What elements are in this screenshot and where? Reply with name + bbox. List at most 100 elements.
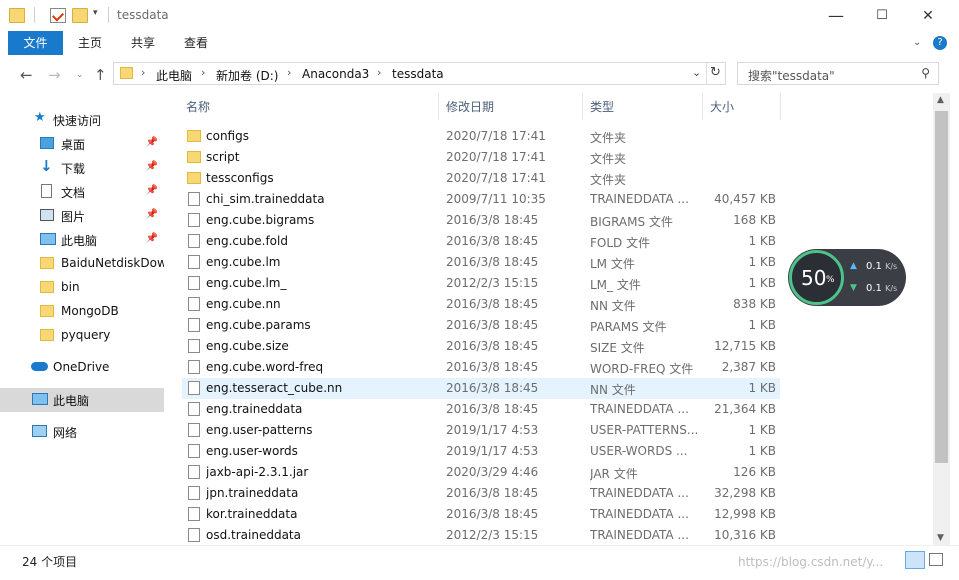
pin-icon[interactable]: 📌 [146,233,158,244]
maximize-icon: ☐ [876,8,888,23]
desktop-icon [40,137,54,149]
new-folder-icon[interactable] [72,8,88,23]
sidebar-item-pyquery[interactable]: pyquery [0,324,164,348]
help-icon[interactable]: ? [933,36,947,50]
table-row[interactable]: osd.traineddata 2012/2/3 15:15 TRAINEDDATA… [182,525,780,545]
close-button[interactable]: ✕ [905,0,951,31]
sidebar-item-this-pc[interactable]: 此电脑 [0,388,164,412]
tab-view[interactable]: 查看 [184,31,208,55]
sidebar-item-pictures[interactable]: 图片 📌 [0,204,164,228]
address-bar[interactable]: › 此电脑 › 新加卷 (D:) › Anaconda3 › tessdata … [113,62,726,85]
properties-icon[interactable] [50,8,66,23]
file-type: 文件夹 [590,152,627,166]
file-size: 1 KB [748,255,776,269]
scroll-thumb[interactable] [935,111,948,463]
sidebar-item-downloads[interactable]: ↓ 下载 📌 [0,156,164,180]
column-divider[interactable] [780,93,781,120]
chevron-down-icon[interactable]: ⌄ [913,37,921,48]
table-row[interactable]: eng.traineddata 2016/3/8 18:45 TRAINEDDATA… [182,399,780,420]
maximize-button[interactable]: ☐ [859,0,905,31]
table-row[interactable]: jpn.traineddata 2016/3/8 18:45 TRAINEDDATA… [182,483,780,504]
pin-icon[interactable]: 📌 [146,209,158,220]
table-row[interactable]: eng.cube.lm 2016/3/8 18:45 LM 文件 1 KB [182,252,780,273]
file-date: 2020/7/18 17:41 [446,171,546,185]
file-icon [188,486,200,500]
breadcrumb-this-pc[interactable]: 此电脑 [156,67,192,84]
sidebar-item-onedrive[interactable]: OneDrive [0,356,164,380]
download-speed-unit: K/s [885,284,898,293]
table-row[interactable]: tessconfigs 2020/7/18 17:41 文件夹 [182,168,780,189]
file-type: TRAINEDDATA ... [590,507,689,521]
table-row[interactable]: eng.cube.lm_ 2012/2/3 15:15 LM_ 文件 1 KB [182,273,780,294]
details-view-icon[interactable] [905,551,925,569]
table-row[interactable]: configs 2020/7/18 17:41 文件夹 [182,126,780,147]
tab-share[interactable]: 共享 [131,31,155,55]
table-row[interactable]: eng.user-words 2019/1/17 4:53 USER-WORDS .… [182,441,780,462]
file-type: JAR 文件 [590,467,638,481]
sidebar-item-network[interactable]: 网络 [0,420,164,444]
large-icons-view-icon[interactable] [929,553,943,566]
breadcrumb-anaconda3[interactable]: Anaconda3 [302,67,369,81]
table-row[interactable]: kor.traineddata 2016/3/8 18:45 TRAINEDDATA… [182,504,780,525]
table-row[interactable]: script 2020/7/18 17:41 文件夹 [182,147,780,168]
minimize-button[interactable]: — [813,0,859,31]
column-divider[interactable] [438,93,439,120]
breadcrumb-drive[interactable]: 新加卷 (D:) [216,67,278,84]
column-header-size[interactable]: 大小 [710,98,734,115]
breadcrumb-separator[interactable]: › [201,66,205,79]
pin-icon[interactable]: 📌 [146,161,158,172]
column-header-name[interactable]: 名称 [186,98,210,115]
search-box[interactable]: 搜索"tessdata" ⚲ [737,62,939,85]
file-icon [188,234,200,248]
table-row[interactable]: eng.cube.params 2016/3/8 18:45 PARAMS 文件 1 … [182,315,780,336]
table-row[interactable]: eng.cube.word-freq 2016/3/8 18:45 WORD-FRE… [182,357,780,378]
sidebar-item-quick-access[interactable]: ★ 快速访问 [0,108,164,132]
back-arrow-icon[interactable]: ← [20,66,33,84]
sidebar-item-bin[interactable]: bin [0,276,164,300]
tab-home[interactable]: 主页 [78,31,102,55]
search-input[interactable]: 搜索"tessdata" [748,67,835,84]
breadcrumb-separator[interactable]: › [287,66,291,79]
column-divider[interactable] [702,93,703,120]
file-size: 126 KB [733,465,776,479]
document-icon [41,184,52,198]
search-icon[interactable]: ⚲ [921,66,930,80]
column-header-date[interactable]: 修改日期 [446,98,494,115]
sidebar-item-documents[interactable]: 文档 📌 [0,180,164,204]
sidebar-item-this-pc-pinned[interactable]: 此电脑 📌 [0,228,164,252]
recent-locations-icon[interactable]: ⌄ [76,70,84,80]
sidebar-item-baidunetdisk[interactable]: BaiduNetdiskDownload [0,252,164,276]
file-icon [188,444,200,458]
table-row[interactable]: chi_sim.traineddata 2009/7/11 10:35 TRAINE… [182,189,780,210]
table-row[interactable]: jaxb-api-2.3.1.jar 2020/3/29 4:46 JAR 文件 12… [182,462,780,483]
refresh-icon[interactable]: ↻ [710,65,721,80]
table-row[interactable]: eng.cube.bigrams 2016/3/8 18:45 BIGRAMS 文件… [182,210,780,231]
pin-icon[interactable]: 📌 [146,137,158,148]
scroll-down-icon[interactable]: ▼ [937,533,944,543]
table-row[interactable]: eng.cube.fold 2016/3/8 18:45 FOLD 文件 1 KB [182,231,780,252]
pin-icon[interactable]: 📌 [146,185,158,196]
breadcrumb-separator[interactable]: › [377,66,381,79]
sidebar-item-mongodb[interactable]: MongoDB [0,300,164,324]
vertical-scrollbar[interactable]: ▲ ▼ [933,93,950,545]
column-divider[interactable] [582,93,583,120]
up-arrow-icon[interactable]: ↑ [94,66,107,84]
network-speed-widget[interactable]: 50 % ▲ 0.1 K/s ▼ 0.1 K/s [788,249,906,306]
file-name: eng.cube.word-freq [206,360,324,374]
forward-arrow-icon[interactable]: → [48,66,61,84]
table-row[interactable]: eng.tesseract_cube.nn 2016/3/8 18:45 NN 文件… [182,378,780,399]
breadcrumb-separator[interactable]: › [141,66,145,79]
table-row[interactable]: eng.cube.nn 2016/3/8 18:45 NN 文件 838 KB [182,294,780,315]
file-name: configs [206,129,249,143]
scroll-up-icon[interactable]: ▲ [937,95,944,105]
address-dropdown-icon[interactable]: ⌄ [692,66,701,79]
column-header-type[interactable]: 类型 [590,98,614,115]
customize-toolbar-icon[interactable]: ▾ [93,8,98,18]
file-name: eng.user-patterns [206,423,313,437]
file-date: 2016/3/8 18:45 [446,255,539,269]
sidebar-item-desktop[interactable]: 桌面 📌 [0,132,164,156]
breadcrumb-tessdata[interactable]: tessdata [392,67,444,81]
tab-file[interactable]: 文件 [8,31,63,55]
table-row[interactable]: eng.cube.size 2016/3/8 18:45 SIZE 文件 12,715… [182,336,780,357]
table-row[interactable]: eng.user-patterns 2019/1/17 4:53 USER-PATT… [182,420,780,441]
